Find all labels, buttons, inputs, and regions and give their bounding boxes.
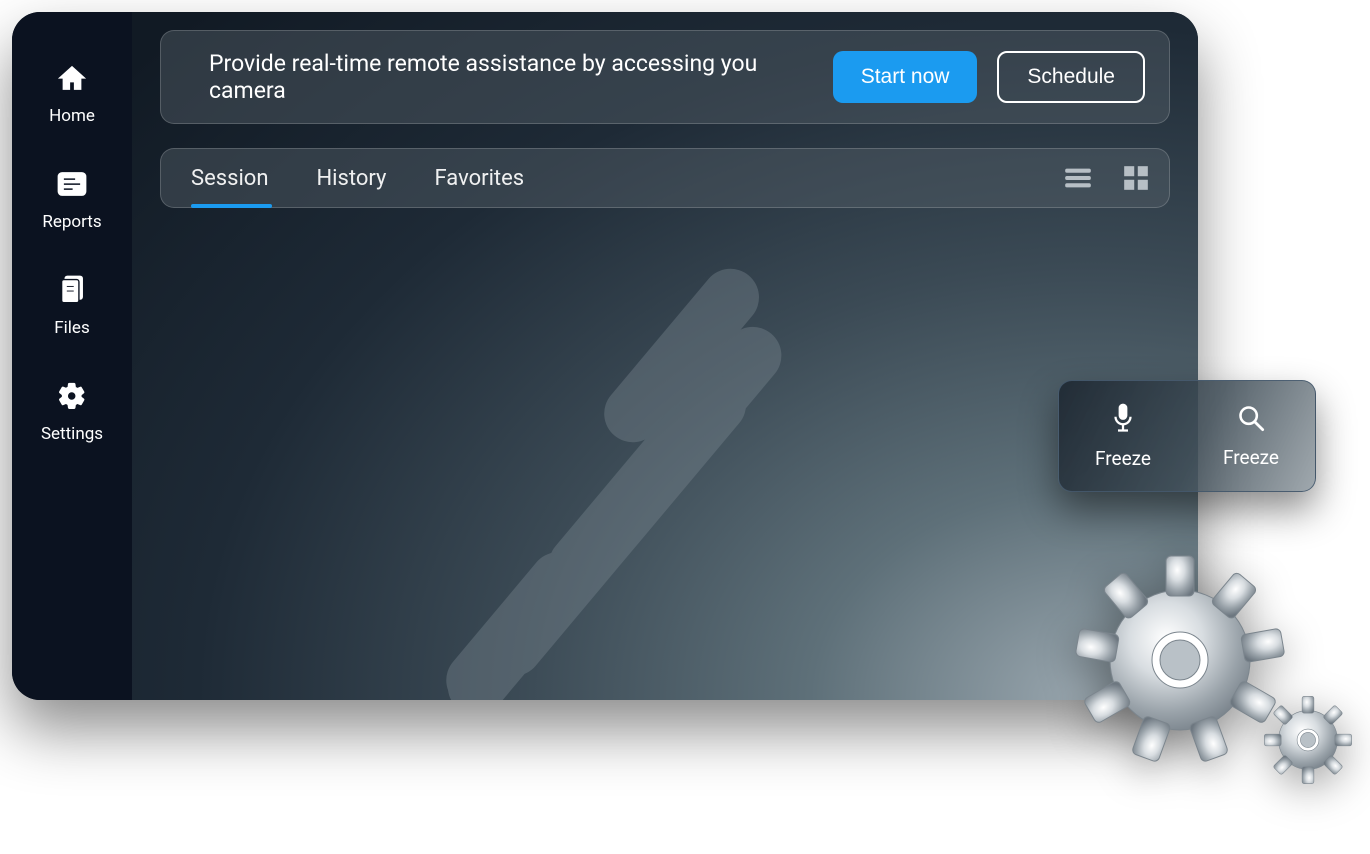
sidebar-item-files[interactable]: Files [54, 272, 90, 338]
logo-watermark [422, 262, 862, 700]
home-icon [54, 60, 90, 96]
freeze-mic-button[interactable]: Freeze [1095, 403, 1151, 470]
sidebar-item-label: Home [49, 106, 95, 126]
banner-text: Provide real-time remote assistance by a… [209, 50, 813, 104]
sidebar-item-label: Files [54, 318, 89, 338]
tab-favorites[interactable]: Favorites [434, 152, 524, 205]
view-toggles [1063, 163, 1151, 193]
grid-icon [1123, 165, 1149, 191]
search-icon [1237, 404, 1265, 436]
floating-tool-panel: Freeze Freeze [1058, 380, 1316, 492]
panel-item-label: Freeze [1223, 446, 1279, 469]
grid-view-button[interactable] [1121, 163, 1151, 193]
list-icon [1064, 166, 1092, 190]
tab-bar: Session History Favorites [160, 148, 1170, 208]
sidebar-item-label: Reports [42, 212, 101, 232]
start-now-button[interactable]: Start now [833, 51, 978, 103]
reports-icon [54, 166, 90, 202]
list-view-button[interactable] [1063, 163, 1093, 193]
sidebar-item-reports[interactable]: Reports [42, 166, 101, 232]
main-panel: Provide real-time remote assistance by a… [132, 12, 1198, 700]
schedule-button[interactable]: Schedule [997, 51, 1145, 103]
sidebar: Home Reports Files Settings [12, 12, 132, 700]
app-window: Home Reports Files Settings [12, 12, 1198, 700]
tab-session[interactable]: Session [191, 152, 268, 205]
assistance-banner: Provide real-time remote assistance by a… [160, 30, 1170, 124]
sidebar-item-settings[interactable]: Settings [41, 378, 103, 444]
sidebar-item-home[interactable]: Home [49, 60, 95, 126]
freeze-search-button[interactable]: Freeze [1223, 404, 1279, 469]
tab-history[interactable]: History [316, 152, 386, 205]
settings-icon [54, 378, 90, 414]
tabs: Session History Favorites [191, 152, 1063, 205]
panel-item-label: Freeze [1095, 447, 1151, 470]
sidebar-item-label: Settings [41, 424, 103, 444]
mic-icon [1112, 403, 1134, 437]
files-icon [54, 272, 90, 308]
